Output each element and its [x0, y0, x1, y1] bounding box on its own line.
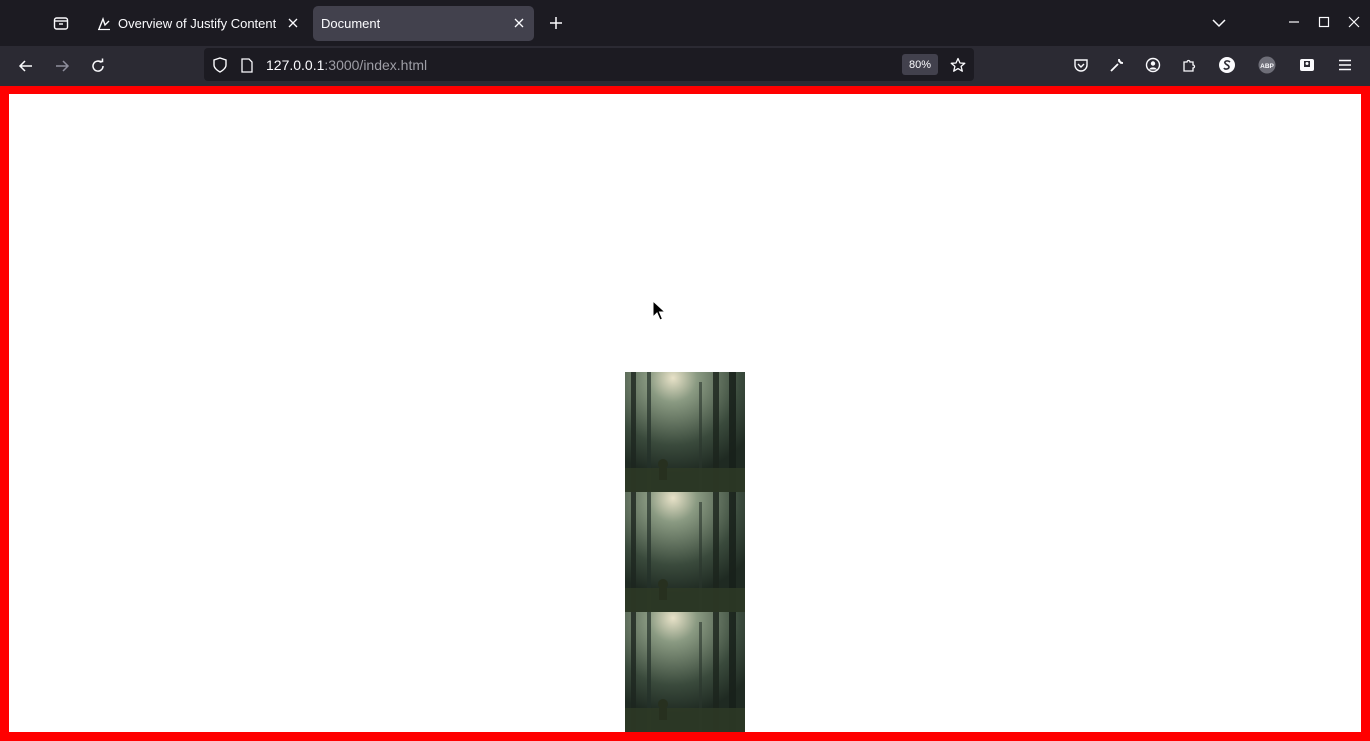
- abp-icon[interactable]: ABP: [1256, 54, 1278, 76]
- list-tabs-icon[interactable]: [1208, 12, 1230, 34]
- close-tab-icon[interactable]: [510, 14, 528, 32]
- url-text[interactable]: 127.0.0.1:3000/index.html: [266, 57, 427, 73]
- mouse-cursor-icon: [652, 299, 667, 327]
- firefox-view-icon[interactable]: [50, 12, 72, 34]
- forest-image: [625, 492, 745, 612]
- tab-document[interactable]: Document: [313, 6, 534, 41]
- minimize-icon[interactable]: [1284, 12, 1304, 32]
- svg-text:ABP: ABP: [1260, 63, 1274, 70]
- page-viewport: [0, 86, 1370, 741]
- sync-icon[interactable]: [1216, 54, 1238, 76]
- tab-label: Document: [321, 16, 381, 31]
- extension-icon[interactable]: [1296, 54, 1318, 76]
- page-icon[interactable]: [238, 56, 256, 74]
- page-body: [9, 94, 1361, 732]
- shield-icon[interactable]: [211, 56, 229, 74]
- favicon-icon: [96, 16, 112, 32]
- tab-bar: Overview of Justify Content Document: [0, 0, 1370, 46]
- account-icon[interactable]: [1142, 54, 1164, 76]
- bookmark-star-icon[interactable]: [948, 55, 968, 75]
- maximize-icon[interactable]: [1314, 12, 1334, 32]
- close-tab-icon[interactable]: [284, 14, 302, 32]
- zoom-badge[interactable]: 80%: [902, 54, 938, 75]
- new-tab-icon[interactable]: [545, 12, 567, 34]
- close-window-icon[interactable]: [1344, 12, 1364, 32]
- forward-icon[interactable]: [50, 54, 74, 78]
- tab-label: Overview of Justify Content: [118, 16, 277, 31]
- tab-overview[interactable]: Overview of Justify Content: [88, 6, 304, 41]
- forest-image: [625, 372, 745, 492]
- menu-icon[interactable]: [1334, 54, 1356, 76]
- image-stack: [625, 372, 745, 732]
- extensions-icon[interactable]: [1178, 54, 1200, 76]
- pocket-icon[interactable]: [1070, 54, 1092, 76]
- back-icon[interactable]: [14, 54, 38, 78]
- forest-image: [625, 612, 745, 732]
- url-bar[interactable]: 127.0.0.1:3000/index.html 80%: [204, 48, 974, 81]
- wrench-icon[interactable]: [1106, 54, 1128, 76]
- reload-icon[interactable]: [86, 54, 110, 78]
